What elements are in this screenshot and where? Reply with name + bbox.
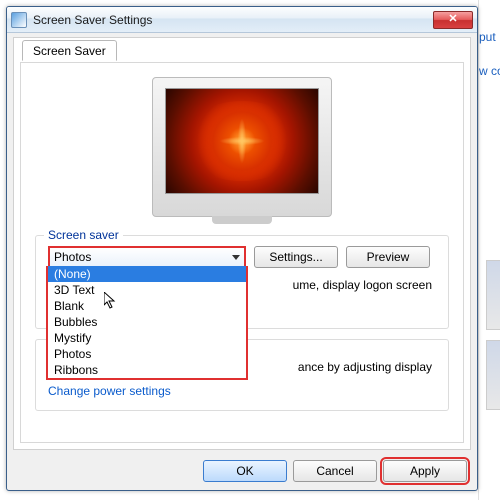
screensaver-combo-wrap: Photos (None) 3D Text Blank Bubbles Myst…: [48, 246, 246, 268]
ok-button[interactable]: OK: [203, 460, 287, 482]
apply-button[interactable]: Apply: [383, 460, 467, 482]
option-bubbles[interactable]: Bubbles: [48, 314, 246, 330]
selector-row: Photos (None) 3D Text Blank Bubbles Myst…: [48, 246, 436, 268]
close-button[interactable]: ✕: [433, 11, 473, 29]
preview-image: [165, 88, 319, 194]
screensaver-dropdown: (None) 3D Text Blank Bubbles Mystify Pho…: [46, 266, 248, 380]
preview-button[interactable]: Preview: [346, 246, 430, 268]
window-title: Screen Saver Settings: [33, 13, 433, 27]
titlebar[interactable]: Screen Saver Settings ✕: [7, 7, 477, 33]
bg-link-2[interactable]: w col: [479, 64, 500, 78]
option-blank[interactable]: Blank: [48, 298, 246, 314]
tab-screen-saver[interactable]: Screen Saver: [22, 40, 117, 61]
group-title: Screen saver: [44, 228, 123, 242]
option-photos[interactable]: Photos: [48, 346, 246, 362]
preview-area: [21, 63, 463, 235]
change-power-settings-link[interactable]: Change power settings: [48, 384, 171, 398]
app-icon: [11, 12, 27, 28]
bg-link-1[interactable]: put: [479, 30, 500, 44]
combo-value: Photos: [54, 250, 91, 264]
cancel-button[interactable]: Cancel: [293, 460, 377, 482]
screen-saver-dialog: Screen Saver Settings ✕ Screen Saver Scr…: [6, 6, 478, 491]
option-ribbons[interactable]: Ribbons: [48, 362, 246, 378]
monitor-preview: [152, 77, 332, 217]
settings-button[interactable]: Settings...: [254, 246, 338, 268]
background-sidebar: put w col: [478, 0, 500, 500]
tab-body: Screen saver Photos (None) 3D Text Blank…: [20, 62, 464, 443]
option-none[interactable]: (None): [48, 266, 246, 282]
option-3d-text[interactable]: 3D Text: [48, 282, 246, 298]
option-mystify[interactable]: Mystify: [48, 330, 246, 346]
screensaver-combo[interactable]: Photos: [48, 246, 246, 268]
bg-thumb-1[interactable]: [486, 260, 500, 330]
screen-saver-group: Screen saver Photos (None) 3D Text Blank…: [35, 235, 449, 329]
chevron-down-icon: [232, 255, 240, 260]
tabstrip: Screen Saver: [22, 37, 117, 59]
bg-thumb-2[interactable]: [486, 340, 500, 410]
button-bar: OK Cancel Apply: [203, 460, 467, 482]
client-area: Screen Saver Screen saver Photos: [13, 37, 471, 450]
